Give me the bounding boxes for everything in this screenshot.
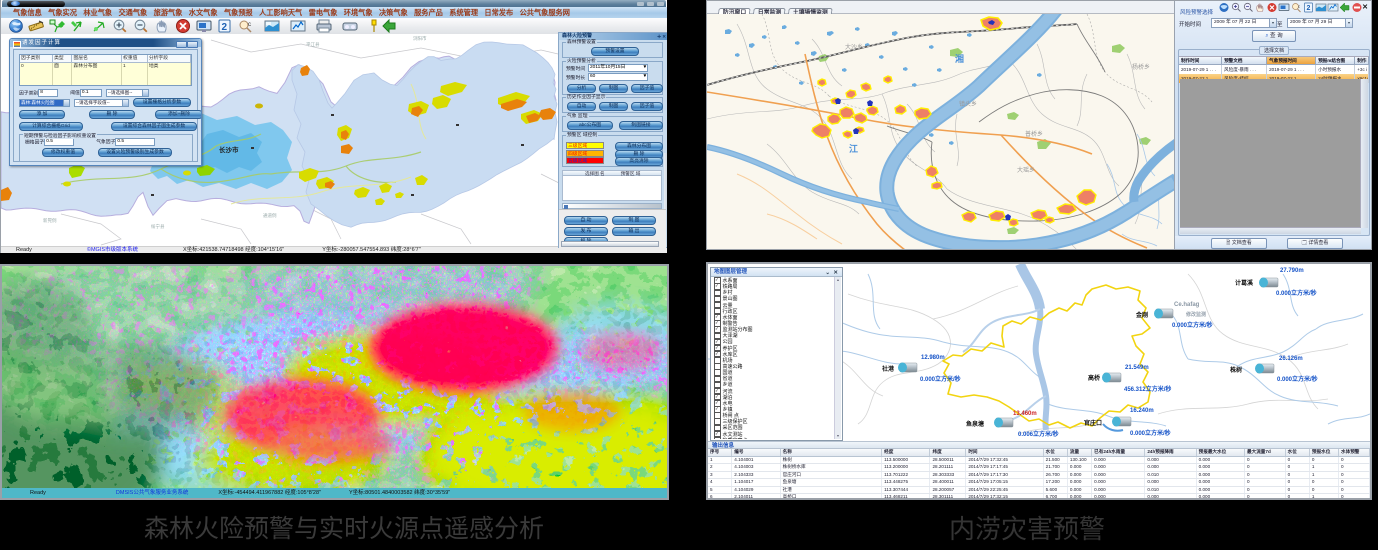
svg-text:鱼泉塘: 鱼泉塘 <box>966 420 984 428</box>
svg-text:社港: 社港 <box>881 365 895 373</box>
svg-text:0.000立方米/秒: 0.000立方米/秒 <box>1276 289 1317 297</box>
svg-text:13.460m: 13.460m <box>1013 411 1037 417</box>
svg-text:456.312立方米/秒: 456.312立方米/秒 <box>1124 385 1171 393</box>
svg-text:高桥: 高桥 <box>1088 374 1101 382</box>
svg-text:21.549m: 21.549m <box>1125 365 1149 371</box>
svg-text:0.000立方米/秒: 0.000立方米/秒 <box>1172 321 1213 329</box>
svg-text:镇头乡: 镇头乡 <box>959 100 977 108</box>
svg-text:Ce.hafag: Ce.hafag <box>1174 302 1200 308</box>
svg-text:新晃侗: 新晃侗 <box>43 217 57 224</box>
svg-text:大沙乡: 大沙乡 <box>845 43 863 51</box>
svg-text:浏阳市: 浏阳市 <box>413 35 427 42</box>
svg-text:2: 2 <box>222 22 228 33</box>
svg-text:江: 江 <box>849 143 858 154</box>
svg-text:官庄口: 官庄口 <box>1084 419 1102 427</box>
svg-text:12.980m: 12.980m <box>921 355 945 361</box>
svg-text:绥宁县: 绥宁县 <box>151 223 165 230</box>
svg-text:金刚: 金刚 <box>1135 311 1148 319</box>
svg-text:普桥乡: 普桥乡 <box>1025 130 1043 138</box>
svg-text:0.000立方米/秒: 0.000立方米/秒 <box>920 375 961 383</box>
svg-text:27.790m: 27.790m <box>1280 268 1304 274</box>
svg-text:c: c <box>1298 4 1300 9</box>
svg-text:通道侗: 通道侗 <box>263 212 277 219</box>
svg-text:16.240m: 16.240m <box>1130 408 1154 414</box>
svg-text:计葛溪: 计葛溪 <box>1235 279 1254 287</box>
svg-text:湘: 湘 <box>955 53 964 64</box>
svg-text:修改监测: 修改监测 <box>1185 311 1206 318</box>
svg-text:大瑶乡: 大瑶乡 <box>1017 166 1035 174</box>
svg-text:株树: 株树 <box>1230 366 1242 374</box>
svg-text:0.000立方米/秒: 0.000立方米/秒 <box>1277 375 1318 383</box>
svg-text:长沙市: 长沙市 <box>219 145 239 154</box>
svg-text:26.126m: 26.126m <box>1279 356 1303 362</box>
svg-text:0.000立方米/秒: 0.000立方米/秒 <box>1130 429 1171 437</box>
svg-text:2: 2 <box>1307 5 1311 12</box>
svg-text:c: c <box>248 22 251 28</box>
svg-text:0.006立方米/秒: 0.006立方米/秒 <box>1018 430 1059 438</box>
svg-text:平江县: 平江县 <box>306 41 320 48</box>
svg-text:杨桥乡: 杨桥乡 <box>1132 63 1150 71</box>
